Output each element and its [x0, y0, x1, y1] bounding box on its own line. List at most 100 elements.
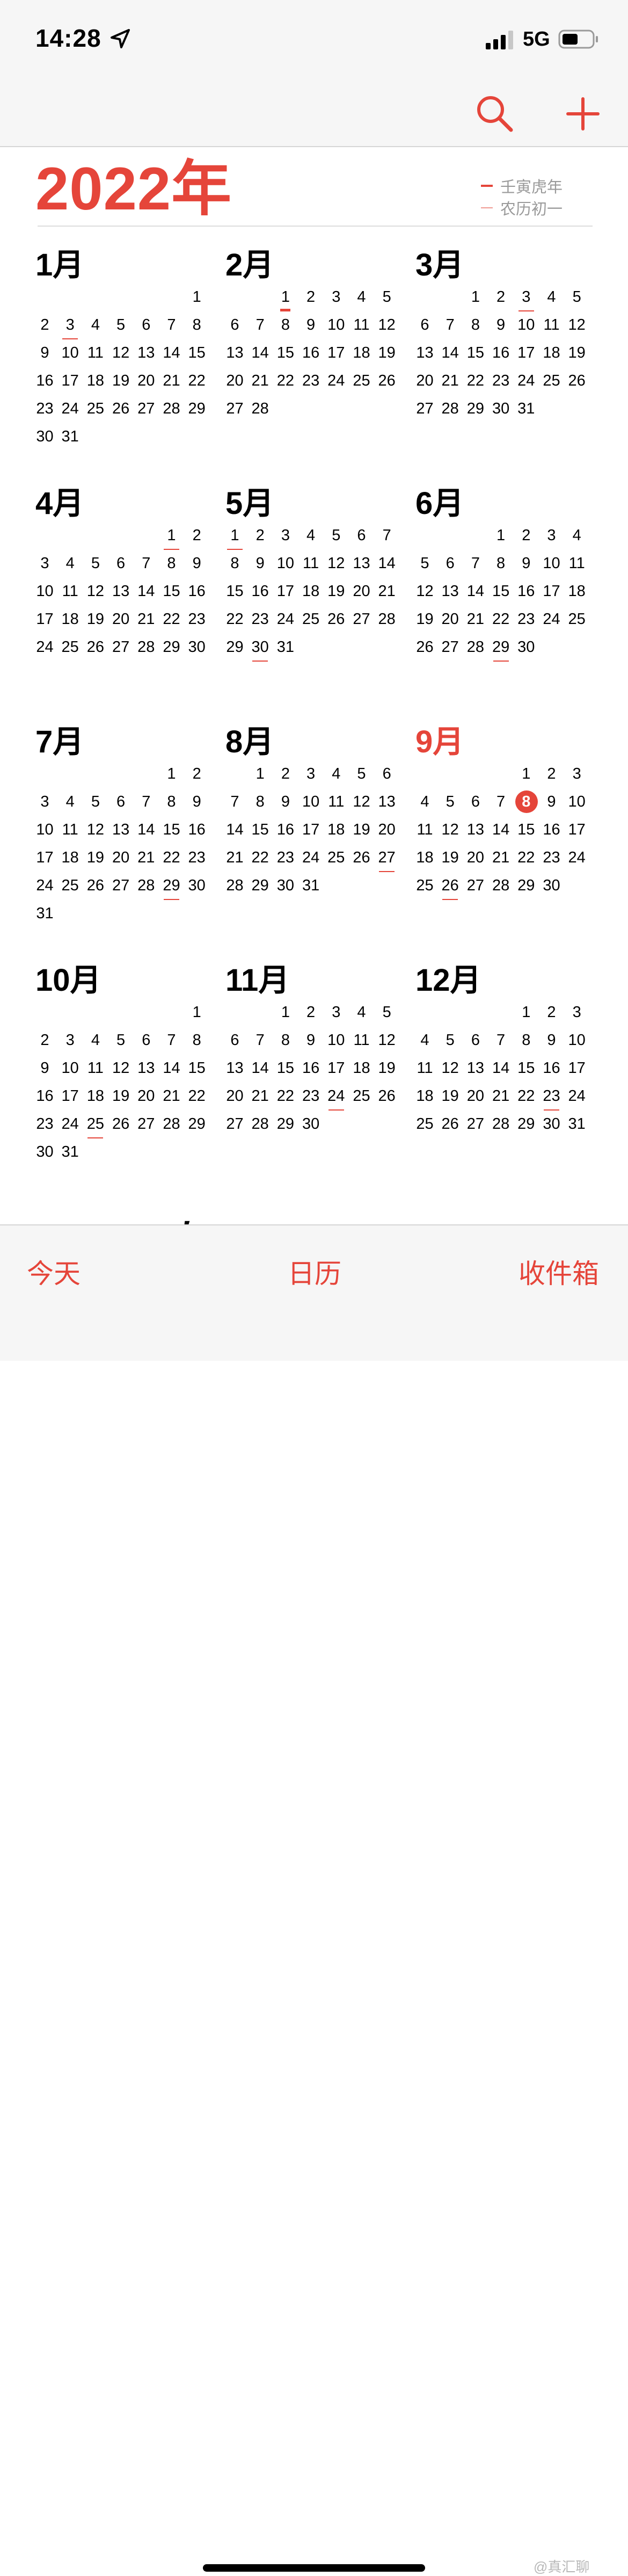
day-cell[interactable]: 27	[134, 395, 159, 423]
day-cell[interactable]: 8	[184, 1027, 209, 1055]
day-cell[interactable]: 13	[463, 816, 488, 844]
day-cell[interactable]: 8	[247, 788, 273, 816]
day-cell[interactable]: 1	[184, 999, 209, 1027]
day-cell[interactable]: 19	[349, 816, 374, 844]
day-cell[interactable]: 3	[324, 284, 349, 311]
day-cell[interactable]: 18	[349, 339, 374, 367]
day-cell[interactable]: 16	[514, 578, 539, 606]
day-cell[interactable]: 9	[488, 311, 514, 339]
day-cell[interactable]: 15	[247, 816, 273, 844]
day-cell[interactable]: 31	[298, 872, 324, 900]
day-cell[interactable]: 23	[539, 1083, 564, 1111]
day-cell[interactable]: 9	[298, 1027, 324, 1055]
day-cell[interactable]: 27	[108, 634, 134, 662]
day-cell[interactable]: 8	[488, 550, 514, 578]
day-cell[interactable]: 3	[298, 760, 324, 788]
day-cell[interactable]: 19	[324, 578, 349, 606]
day-cell[interactable]: 6	[134, 1027, 159, 1055]
day-cell[interactable]: 15	[184, 339, 209, 367]
day-cell[interactable]: 26	[437, 872, 463, 900]
day-cell[interactable]: 11	[349, 1027, 374, 1055]
day-cell[interactable]: 25	[57, 634, 83, 662]
day-cell[interactable]: 1	[247, 760, 273, 788]
day-cell[interactable]: 21	[437, 367, 463, 395]
day-cell[interactable]: 18	[83, 1083, 108, 1111]
day-cell[interactable]: 29	[488, 634, 514, 662]
day-cell[interactable]: 6	[374, 760, 399, 788]
day-cell[interactable]: 12	[564, 311, 589, 339]
day-cell[interactable]: 10	[564, 1027, 589, 1055]
today-day-cell[interactable]: 8	[514, 788, 539, 816]
day-cell[interactable]: 9	[539, 1027, 564, 1055]
day-cell[interactable]: 15	[184, 1055, 209, 1083]
day-cell[interactable]: 2	[539, 760, 564, 788]
day-cell[interactable]: 24	[564, 1083, 589, 1111]
day-cell[interactable]: 23	[184, 606, 209, 634]
day-cell[interactable]: 29	[463, 395, 488, 423]
day-cell[interactable]: 26	[374, 367, 399, 395]
day-cell[interactable]: 9	[32, 1055, 57, 1083]
day-cell[interactable]: 12	[108, 339, 134, 367]
month-3[interactable]: 3月 1 2 3 4 5 6 7 8 9 10 11 12 13 14 15 16 17 18 19 20 21 22 23 2…	[415, 244, 594, 459]
day-cell[interactable]: 4	[349, 284, 374, 311]
day-cell[interactable]: 20	[134, 367, 159, 395]
day-cell[interactable]: 17	[32, 606, 57, 634]
day-cell[interactable]: 10	[57, 1055, 83, 1083]
day-cell[interactable]: 24	[324, 367, 349, 395]
day-cell[interactable]: 30	[273, 872, 298, 900]
day-cell[interactable]: 3	[564, 999, 589, 1027]
day-cell[interactable]: 29	[514, 872, 539, 900]
day-cell[interactable]: 23	[298, 1083, 324, 1111]
day-cell[interactable]: 3	[32, 788, 57, 816]
day-cell[interactable]: 6	[108, 788, 134, 816]
day-cell[interactable]: 31	[57, 1138, 83, 1166]
day-cell[interactable]: 7	[463, 550, 488, 578]
day-cell[interactable]: 10	[514, 311, 539, 339]
day-cell[interactable]: 22	[184, 1083, 209, 1111]
day-cell[interactable]: 28	[437, 395, 463, 423]
day-cell[interactable]: 14	[488, 1055, 514, 1083]
day-cell[interactable]: 28	[159, 1111, 184, 1138]
day-cell[interactable]: 18	[57, 606, 83, 634]
day-cell[interactable]: 6	[108, 550, 134, 578]
day-cell[interactable]: 7	[374, 522, 399, 550]
day-cell[interactable]: 30	[488, 395, 514, 423]
day-cell[interactable]: 27	[222, 1111, 247, 1138]
day-cell[interactable]: 22	[222, 606, 247, 634]
day-cell[interactable]: 4	[324, 760, 349, 788]
day-cell[interactable]: 22	[514, 844, 539, 872]
day-cell[interactable]: 10	[273, 550, 298, 578]
day-cell[interactable]: 27	[437, 634, 463, 662]
day-cell[interactable]: 18	[298, 578, 324, 606]
day-cell[interactable]: 17	[298, 816, 324, 844]
day-cell[interactable]: 26	[324, 606, 349, 634]
day-cell[interactable]: 8	[514, 1027, 539, 1055]
day-cell[interactable]: 5	[374, 284, 399, 311]
day-cell[interactable]: 4	[412, 1027, 437, 1055]
day-cell[interactable]: 16	[488, 339, 514, 367]
day-cell[interactable]: 27	[349, 606, 374, 634]
day-cell[interactable]: 11	[412, 816, 437, 844]
day-cell[interactable]: 2	[539, 999, 564, 1027]
day-cell[interactable]: 4	[298, 522, 324, 550]
day-cell[interactable]: 30	[539, 872, 564, 900]
day-cell[interactable]: 5	[564, 284, 589, 311]
day-cell[interactable]: 29	[514, 1111, 539, 1138]
day-cell[interactable]: 26	[437, 1111, 463, 1138]
day-cell[interactable]: 12	[83, 578, 108, 606]
day-cell[interactable]: 13	[463, 1055, 488, 1083]
day-cell[interactable]: 26	[412, 634, 437, 662]
month-1[interactable]: 1月 1 2 3 4 5 6 7 8 9 10 11 12 13 14 15 16 17 18 19 20 21 22 23 2…	[35, 244, 214, 459]
day-cell[interactable]: 4	[57, 788, 83, 816]
day-cell[interactable]: 20	[222, 367, 247, 395]
day-cell[interactable]: 15	[273, 1055, 298, 1083]
day-cell[interactable]: 17	[514, 339, 539, 367]
day-cell[interactable]: 9	[247, 550, 273, 578]
day-cell[interactable]: 10	[298, 788, 324, 816]
day-cell[interactable]: 21	[374, 578, 399, 606]
day-cell[interactable]: 18	[83, 367, 108, 395]
day-cell[interactable]: 11	[57, 816, 83, 844]
day-cell[interactable]: 11	[324, 788, 349, 816]
day-cell[interactable]: 17	[57, 1083, 83, 1111]
day-cell[interactable]: 5	[437, 1027, 463, 1055]
